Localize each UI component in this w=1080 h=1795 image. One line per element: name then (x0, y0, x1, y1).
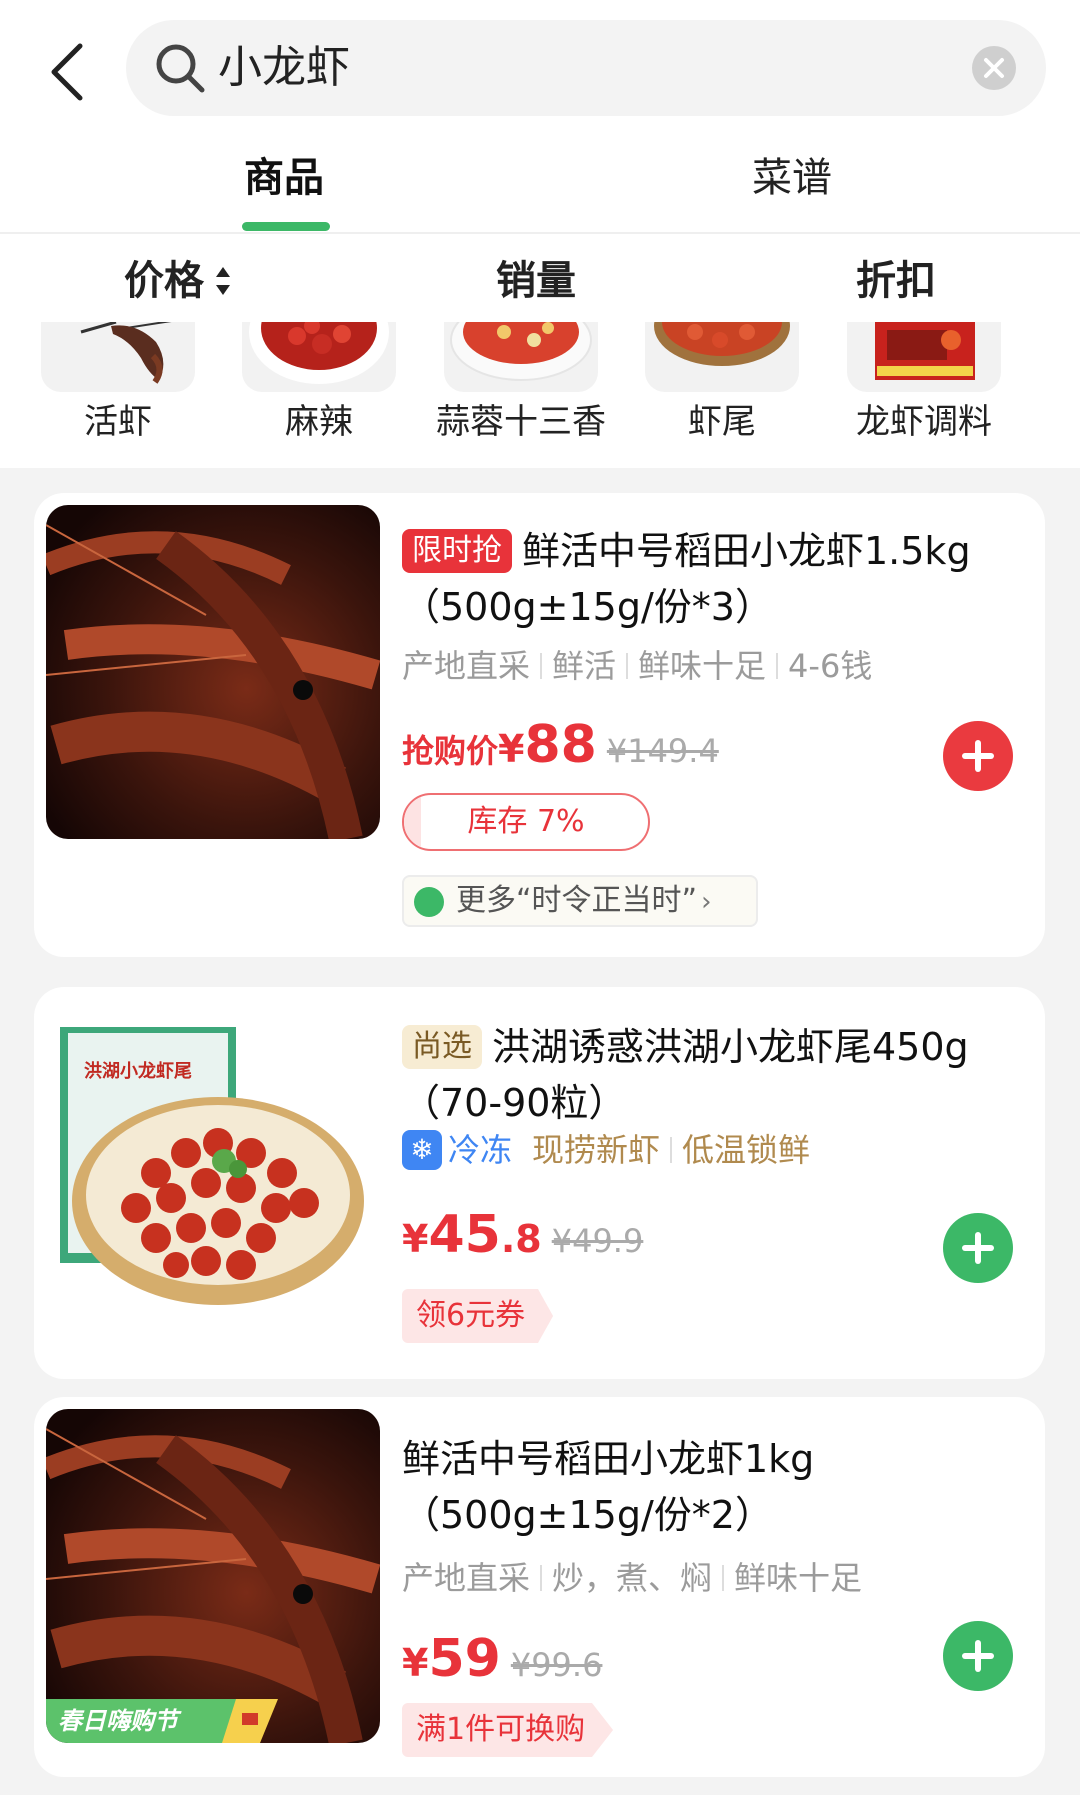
category-image-garlic[interactable] (444, 322, 598, 392)
back-arrow-icon[interactable] (44, 40, 100, 104)
snowflake-icon: ❄ (402, 1130, 442, 1170)
category-image-seasoning[interactable] (847, 322, 1001, 392)
product-title: 尚选 洪湖诱惑洪湖小龙虾尾450g（70-90粒） (402, 1019, 1022, 1131)
basket-icon (414, 887, 444, 917)
add-to-cart-button[interactable] (943, 1213, 1013, 1283)
divider (0, 232, 1080, 234)
attr: 鲜味十足 (638, 647, 767, 685)
search-bar[interactable]: 小龙虾 (126, 20, 1046, 116)
stock-progress: 库存 7% (402, 793, 650, 851)
price-decimal: .8 (500, 1217, 542, 1261)
attr: 产地直采 (402, 647, 531, 685)
attr: 低温锁鲜 (682, 1131, 811, 1169)
original-price: ¥149.4 (606, 732, 719, 770)
product-image[interactable]: 春日嗨购节 (46, 1409, 380, 1743)
more-label: 更多“时令正当时” (456, 883, 698, 918)
selected-tag: 尚选 (402, 1025, 482, 1069)
product-name: 洪湖诱惑洪湖小龙虾尾450g（70-90粒） (402, 1025, 969, 1125)
product-title: 鲜活中号稻田小龙虾1kg（500g±15g/份*2） (402, 1431, 1022, 1543)
currency: ¥ (402, 1641, 429, 1685)
product-card[interactable]: 限时抢 鲜活中号稻田小龙虾1.5kg（500g±15g/份*3） 产地直采 鲜活 鲜味… (34, 493, 1045, 957)
add-to-cart-button[interactable] (943, 1621, 1013, 1691)
product-title: 限时抢 鲜活中号稻田小龙虾1.5kg（500g±15g/份*3） (402, 523, 1022, 635)
more-seasonal-link[interactable]: 更多“时令正当时” › (402, 875, 758, 927)
product-attributes: 产地直采 鲜活 鲜味十足 4-6钱 (402, 643, 872, 689)
product-image[interactable] (46, 505, 380, 839)
category-image-live-shrimp[interactable] (41, 322, 195, 392)
sort-arrows-icon (216, 267, 230, 295)
price-row: ¥45.8 ¥49.9 (402, 1205, 643, 1265)
sort-price[interactable]: 价格 (124, 253, 204, 309)
attr: 炒，煮、焖 (552, 1559, 713, 1597)
price-row: ¥59 ¥99.6 (402, 1629, 602, 1689)
product-card[interactable]: 春日嗨购节 鲜活中号稻田小龙虾1kg（500g±15g/份*2） 产地直采 炒，煮… (34, 1397, 1045, 1777)
category-label[interactable]: 活虾 (41, 398, 195, 446)
header-panel: 小龙虾 商品 菜谱 价格 销量 折扣 活虾 麻辣 蒜蓉十三香 虾尾 龙虾调料 (0, 0, 1080, 468)
tab-recipes[interactable]: 菜谱 (752, 150, 832, 206)
category-label[interactable]: 麻辣 (242, 398, 396, 446)
product-image[interactable]: 洪湖小龙虾尾 (46, 1003, 380, 1337)
category-image-shrimp-tail[interactable] (645, 322, 799, 392)
price-row: 抢购价¥88 ¥149.4 (402, 715, 719, 775)
tab-goods[interactable]: 商品 (244, 150, 324, 206)
original-price: ¥99.6 (510, 1646, 603, 1684)
price: 88 (524, 715, 597, 775)
sort-sales[interactable]: 销量 (496, 253, 576, 309)
sort-discount[interactable]: 折扣 (856, 253, 936, 309)
stock-label: 库存 7% (467, 804, 585, 839)
attr: 4-6钱 (788, 647, 873, 685)
product-card[interactable]: 洪湖小龙虾尾 尚选 洪湖诱惑洪湖小龙虾尾450g（70-90粒） ❄ 冷冻 现捞新虾低… (34, 987, 1045, 1379)
chevron-right-icon: › (701, 887, 712, 917)
active-tab-indicator (242, 222, 330, 231)
price: 59 (428, 1629, 501, 1689)
exchange-badge[interactable]: 满1件可换购 (402, 1703, 614, 1757)
price-prefix: 抢购价 (402, 732, 499, 770)
currency: ¥ (498, 727, 525, 771)
attr: 鲜味十足 (734, 1559, 863, 1597)
search-icon (156, 44, 205, 93)
category-image-spicy[interactable] (242, 322, 396, 392)
attr: 产地直采 (402, 1559, 531, 1597)
product-attributes: 产地直采 炒，煮、焖 鲜味十足 (402, 1555, 862, 1601)
category-label[interactable]: 虾尾 (645, 398, 799, 446)
coupon-badge[interactable]: 领6元券 (402, 1289, 554, 1343)
search-input[interactable]: 小龙虾 (218, 38, 350, 98)
price: 45 (428, 1205, 501, 1265)
product-name: 鲜活中号稻田小龙虾1kg（500g±15g/份*2） (402, 1437, 815, 1537)
original-price: ¥49.9 (551, 1222, 644, 1260)
package-text: 洪湖小龙虾尾 (84, 1060, 192, 1082)
promo-badge: 春日嗨购节 (58, 1707, 182, 1735)
add-to-cart-button[interactable] (943, 721, 1013, 791)
category-label[interactable]: 龙虾调料 (832, 398, 1016, 446)
currency: ¥ (402, 1217, 429, 1261)
attr: 鲜活 (552, 647, 617, 685)
attr: 现捞新虾 (532, 1131, 661, 1169)
clear-icon[interactable] (972, 46, 1016, 90)
frozen-label: 冷冻 (448, 1131, 513, 1169)
category-label[interactable]: 蒜蓉十三香 (420, 398, 622, 446)
product-attributes: ❄ 冷冻 现捞新虾 低温锁鲜 (402, 1127, 810, 1173)
limited-sale-tag: 限时抢 (402, 529, 512, 573)
